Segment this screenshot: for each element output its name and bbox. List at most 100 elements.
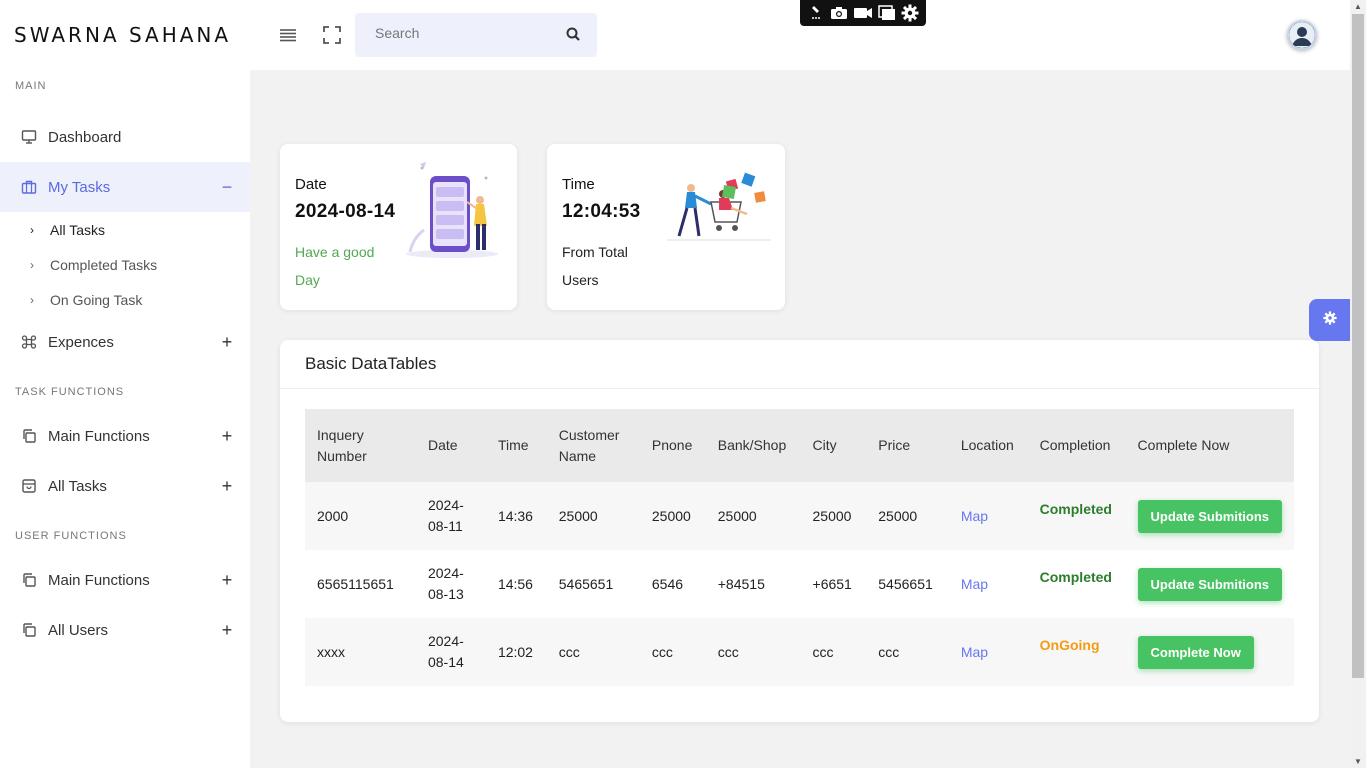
sidebar-item-task-all-tasks[interactable]: All Tasks +: [0, 461, 250, 511]
gear-icon[interactable]: [900, 4, 920, 22]
time-card: Time 12:04:53 From Total Users: [547, 144, 785, 310]
collapse-icon[interactable]: −: [220, 177, 234, 198]
search-input[interactable]: [375, 25, 555, 41]
tasks-table: Inquery Number Date Time Customer Name P…: [305, 409, 1294, 686]
vertical-scrollbar[interactable]: ▲ ▼: [1350, 0, 1366, 768]
expand-icon[interactable]: +: [220, 426, 234, 447]
cell-location: Map: [949, 482, 1028, 550]
scroll-down-icon[interactable]: ▼: [1353, 757, 1363, 766]
sidebar-subitem-ongoing-task[interactable]: › On Going Task: [0, 282, 250, 317]
sidebar-item-label: All Users: [48, 621, 109, 639]
column-header[interactable]: Inquery Number: [305, 409, 416, 482]
cell-city: +6651: [812, 575, 852, 592]
search-icon[interactable]: [566, 27, 582, 43]
video-icon[interactable]: [853, 4, 873, 22]
column-header[interactable]: Bank/Shop: [706, 409, 801, 482]
divider: [280, 388, 1319, 389]
date-card-value: 2024-08-14: [295, 201, 396, 222]
cell-city: 25000: [812, 507, 852, 524]
chevron-right-icon: ›: [30, 222, 34, 237]
column-header[interactable]: Pnone: [640, 409, 706, 482]
sidebar-item-expences[interactable]: Expences +: [0, 317, 250, 367]
completion-status: Completed: [1039, 569, 1112, 585]
scroll-up-icon[interactable]: ▲: [1353, 2, 1363, 11]
cell-price: 5456651: [878, 575, 933, 592]
command-icon: [20, 333, 38, 351]
column-header[interactable]: Date: [416, 409, 486, 482]
completion-status: Completed: [1039, 501, 1112, 517]
expand-icon[interactable]: +: [220, 570, 234, 591]
map-link[interactable]: Map: [961, 508, 988, 524]
sidebar-item-user-main-functions[interactable]: Main Functions +: [0, 555, 250, 605]
column-header[interactable]: Customer Name: [547, 409, 640, 482]
briefcase-icon: [20, 178, 38, 196]
column-header[interactable]: City: [801, 409, 867, 482]
update-submitions-button[interactable]: Update Submitions: [1137, 499, 1282, 533]
cell-phone: 6546: [651, 575, 684, 592]
section-label-task-functions: TASK FUNCTIONS: [15, 386, 125, 398]
cell-inquery: 2000: [317, 507, 349, 524]
time-card-note: From Total Users: [562, 244, 628, 288]
date-card-note: Have a good Day: [295, 244, 375, 288]
sidebar-subitem-all-tasks[interactable]: › All Tasks: [0, 212, 250, 247]
update-submitions-button[interactable]: Update Submitions: [1137, 567, 1282, 601]
cell-location: Map: [949, 618, 1028, 686]
scrollbar-thumb[interactable]: [1352, 14, 1364, 678]
cell-inquery: xxxx: [317, 643, 345, 660]
archive-icon: [20, 477, 38, 495]
column-header[interactable]: Time: [486, 409, 547, 482]
sidebar-item-dashboard[interactable]: Dashboard: [0, 112, 250, 162]
column-header[interactable]: Complete Now: [1126, 409, 1294, 482]
expand-icon[interactable]: +: [220, 332, 234, 353]
menu-toggle-icon[interactable]: [276, 23, 300, 47]
brand-logo[interactable]: SWARNA SAHANA: [0, 0, 250, 70]
section-label-main: MAIN: [15, 80, 47, 92]
date-card-label: Date: [295, 176, 327, 193]
cell-city: ccc: [812, 643, 834, 660]
sidebar: SWARNA SAHANA MAIN Dashboard My Tasks − …: [0, 0, 250, 768]
complete-now-button[interactable]: Complete Now: [1137, 635, 1254, 669]
expand-icon[interactable]: +: [220, 476, 234, 497]
expand-icon[interactable]: +: [220, 620, 234, 641]
window-icon[interactable]: [877, 4, 897, 22]
capture-toolbar: [800, 0, 926, 26]
column-header[interactable]: Location: [949, 409, 1028, 482]
column-header[interactable]: Completion: [1028, 409, 1126, 482]
cell-customer: 25000: [558, 507, 598, 524]
gear-icon: [1322, 310, 1337, 330]
map-link[interactable]: Map: [961, 644, 988, 660]
cell-bank: +84515: [717, 575, 765, 592]
sidebar-item-label: All Tasks: [48, 477, 107, 495]
cell-bank: ccc: [717, 643, 739, 660]
sidebar-subitem-completed-tasks[interactable]: › Completed Tasks: [0, 247, 250, 282]
sidebar-item-task-main-functions[interactable]: Main Functions +: [0, 411, 250, 461]
column-header[interactable]: Price: [866, 409, 949, 482]
table-row: xxxx 2024-08-14 12:02 ccc ccc ccc ccc cc…: [305, 618, 1294, 686]
sidebar-item-my-tasks[interactable]: My Tasks −: [0, 162, 250, 212]
cell-time: 12:02: [497, 643, 533, 660]
camera-icon[interactable]: [829, 4, 849, 22]
cell-date: 2024-08-11: [427, 497, 464, 534]
sidebar-item-user-all-users[interactable]: All Users +: [0, 605, 250, 655]
sidebar-item-label: Main Functions: [48, 571, 150, 589]
cell-customer: 5465651: [558, 575, 614, 592]
cell-time: 14:36: [497, 507, 533, 524]
user-avatar[interactable]: [1287, 20, 1317, 50]
sidebar-item-label: Main Functions: [48, 427, 150, 445]
cell-inquery: 6565115651: [317, 575, 394, 592]
table-row: 6565115651 2024-08-13 14:56 5465651 6546…: [305, 550, 1294, 618]
copy-icon: [20, 621, 38, 639]
map-link[interactable]: Map: [961, 576, 988, 592]
time-card-label: Time: [562, 176, 595, 193]
cell-action: Complete Now: [1126, 618, 1294, 686]
date-card: Date 2024-08-14 Have a good Day: [280, 144, 517, 310]
sidebar-item-label: Expences: [48, 333, 114, 351]
sidebar-subitem-label: On Going Task: [50, 291, 143, 308]
completion-status: OnGoing: [1039, 637, 1100, 653]
fullscreen-icon[interactable]: [320, 23, 344, 47]
cell-action: Update Submitions: [1126, 550, 1294, 618]
settings-float-button[interactable]: [1309, 299, 1350, 341]
datatable-card: Basic DataTables Inquery Number Date Tim…: [280, 340, 1319, 722]
pin-icon[interactable]: [806, 4, 826, 22]
cell-location: Map: [949, 550, 1028, 618]
